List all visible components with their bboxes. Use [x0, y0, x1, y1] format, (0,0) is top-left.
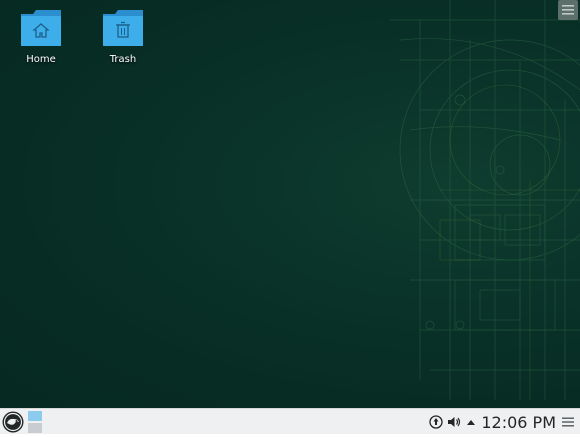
volume-icon[interactable]: [447, 415, 461, 429]
desktop-icon-label: Trash: [109, 54, 137, 65]
desktop[interactable]: Home Trash: [0, 0, 580, 408]
pager-desktop-1[interactable]: [28, 411, 42, 421]
digital-clock[interactable]: 12:06 PM: [481, 413, 556, 432]
wallpaper: [390, 0, 580, 400]
hamburger-menu-icon[interactable]: [562, 417, 574, 427]
pager-desktop-2[interactable]: [28, 423, 42, 433]
desktop-icon-trash[interactable]: Trash: [91, 8, 155, 65]
expand-arrow-icon[interactable]: [465, 417, 477, 427]
hamburger-menu-icon: [562, 5, 574, 15]
desktop-icon-label: Home: [26, 54, 56, 65]
folder-trash-icon: [103, 10, 143, 46]
virtual-desktop-pager[interactable]: [28, 411, 42, 433]
system-tray: 12:06 PM: [429, 409, 580, 435]
application-launcher-button[interactable]: [2, 411, 24, 433]
updates-icon[interactable]: [429, 415, 443, 429]
desktop-toolbox-button[interactable]: [558, 0, 578, 20]
desktop-icon-home[interactable]: Home: [9, 8, 73, 65]
folder-home-icon: [21, 10, 61, 46]
opensuse-logo-icon: [2, 411, 24, 433]
taskbar-panel: 12:06 PM: [0, 408, 580, 434]
